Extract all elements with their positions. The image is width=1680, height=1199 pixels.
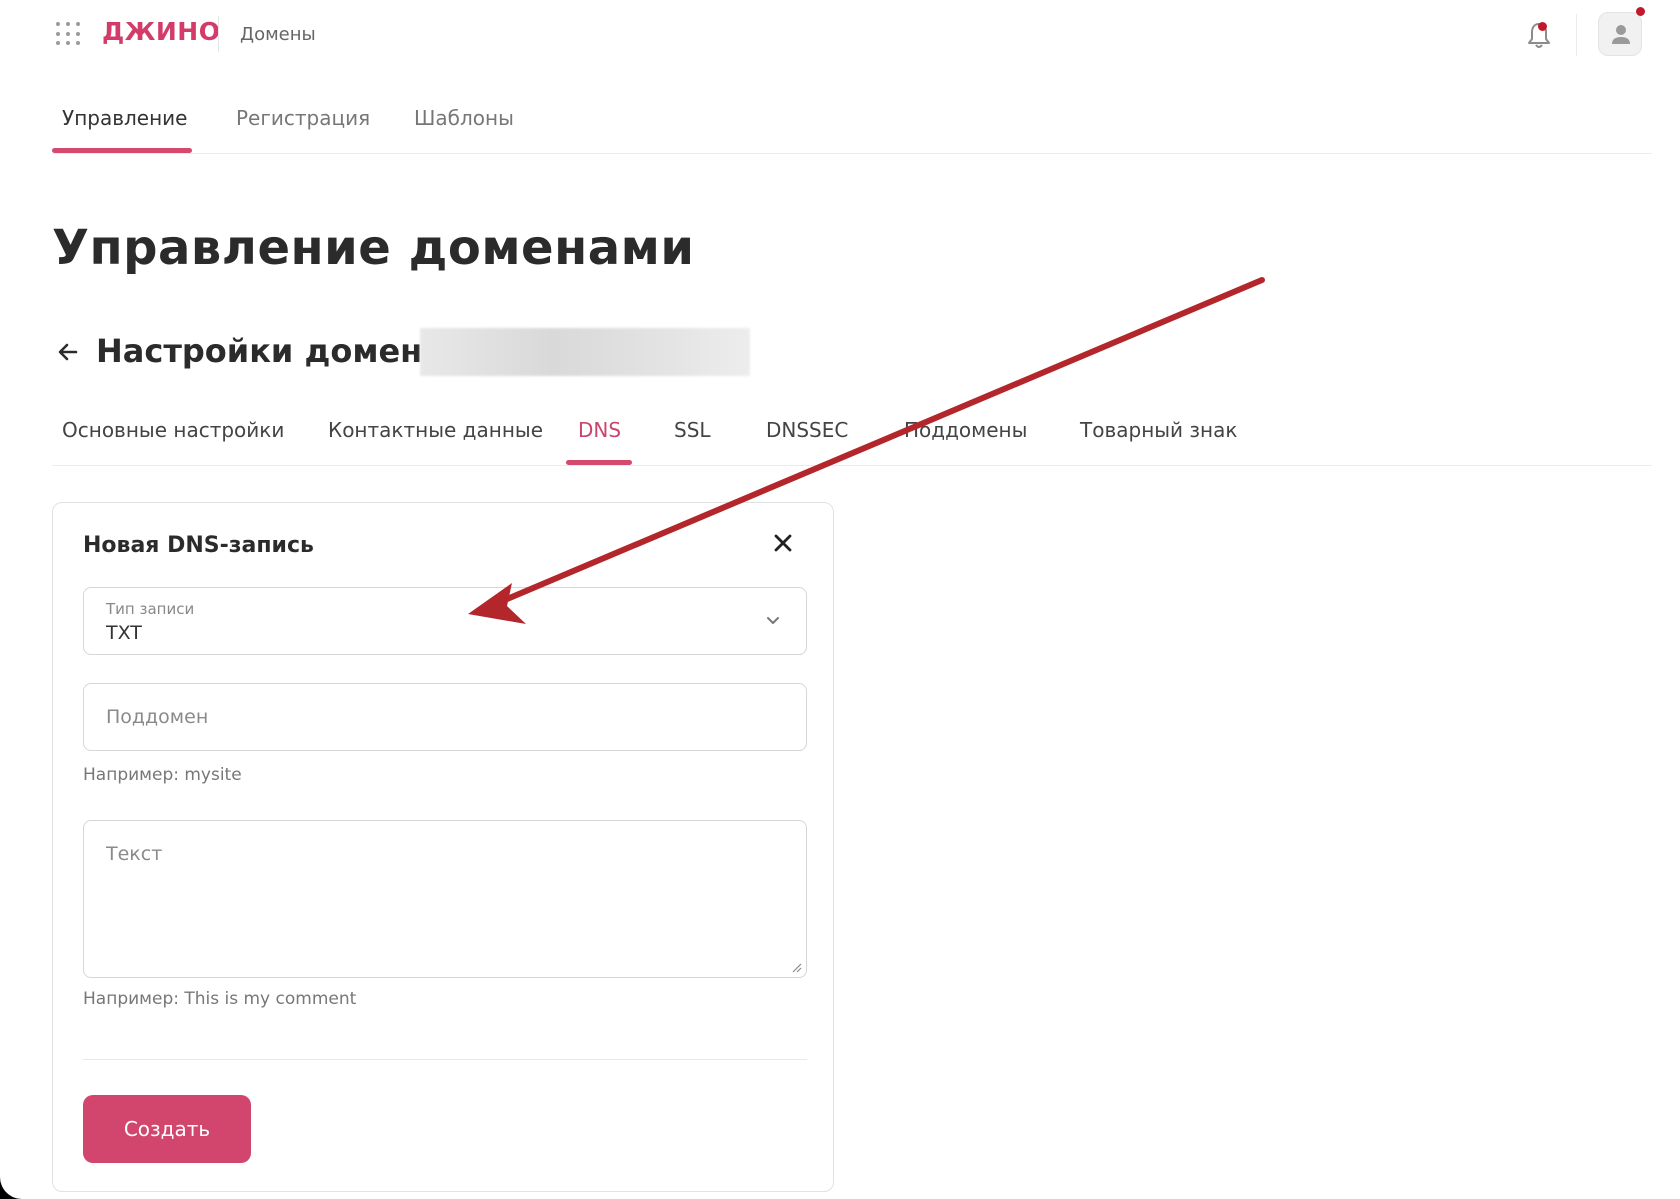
header-divider-right [1576,14,1577,56]
blurred-domain-name [420,328,750,376]
tab-ssl[interactable]: SSL [674,418,711,442]
tab-contacts[interactable]: Контактные данные [328,418,543,442]
create-button[interactable]: Создать [83,1095,251,1163]
active-tab-indicator [52,148,192,153]
tab-subdomains[interactable]: Поддомены [904,418,1027,442]
tab-trademark[interactable]: Товарный знак [1080,418,1237,442]
avatar[interactable] [1598,12,1642,56]
tab-templates[interactable]: Шаблоны [414,106,514,130]
active-tab-indicator [566,460,632,465]
tab-registration[interactable]: Регистрация [236,106,370,130]
tab-dnssec[interactable]: DNSSEC [766,418,848,442]
card-title: Новая DNS-запись [83,533,314,558]
record-type-label: Тип записи [106,600,195,618]
subdomain-hint: Например: mysite [83,765,242,785]
tab-general-settings[interactable]: Основные настройки [62,418,284,442]
logo[interactable]: ДЖИНО [102,17,220,46]
text-field [83,820,807,978]
new-dns-record-card: Новая DNS-запись Тип записи TXT Например… [52,502,834,1192]
apps-grid-icon[interactable] [56,22,80,46]
tab-management[interactable]: Управление [62,106,187,130]
notification-badge [1538,22,1547,31]
subdomain-input[interactable] [84,684,806,750]
card-divider [83,1059,807,1060]
avatar-badge [1636,7,1645,16]
breadcrumb[interactable]: Домены [240,24,316,45]
resize-handle-icon[interactable] [790,961,802,973]
text-input[interactable] [84,821,806,977]
record-type-select[interactable]: Тип записи TXT [83,587,807,655]
domain-settings-title: Настройки домена [96,332,444,370]
back-arrow-icon[interactable] [56,340,80,364]
app-window: ДЖИНО Домены Управление Регистрация Шабл… [0,0,1680,1199]
tab-dns[interactable]: DNS [578,418,621,442]
chevron-down-icon [767,617,779,624]
header-divider [218,16,219,52]
record-type-value: TXT [106,622,142,644]
close-icon[interactable] [773,533,793,553]
top-header: ДЖИНО Домены [0,0,1680,70]
page-title: Управление доменами [52,220,695,276]
text-hint: Например: This is my comment [83,989,357,1009]
user-icon [1612,25,1630,44]
domain-tabs: Основные настройки Контактные данные DNS… [52,410,1652,466]
top-tabs: Управление Регистрация Шаблоны [52,100,1652,154]
subdomain-field [83,683,807,751]
